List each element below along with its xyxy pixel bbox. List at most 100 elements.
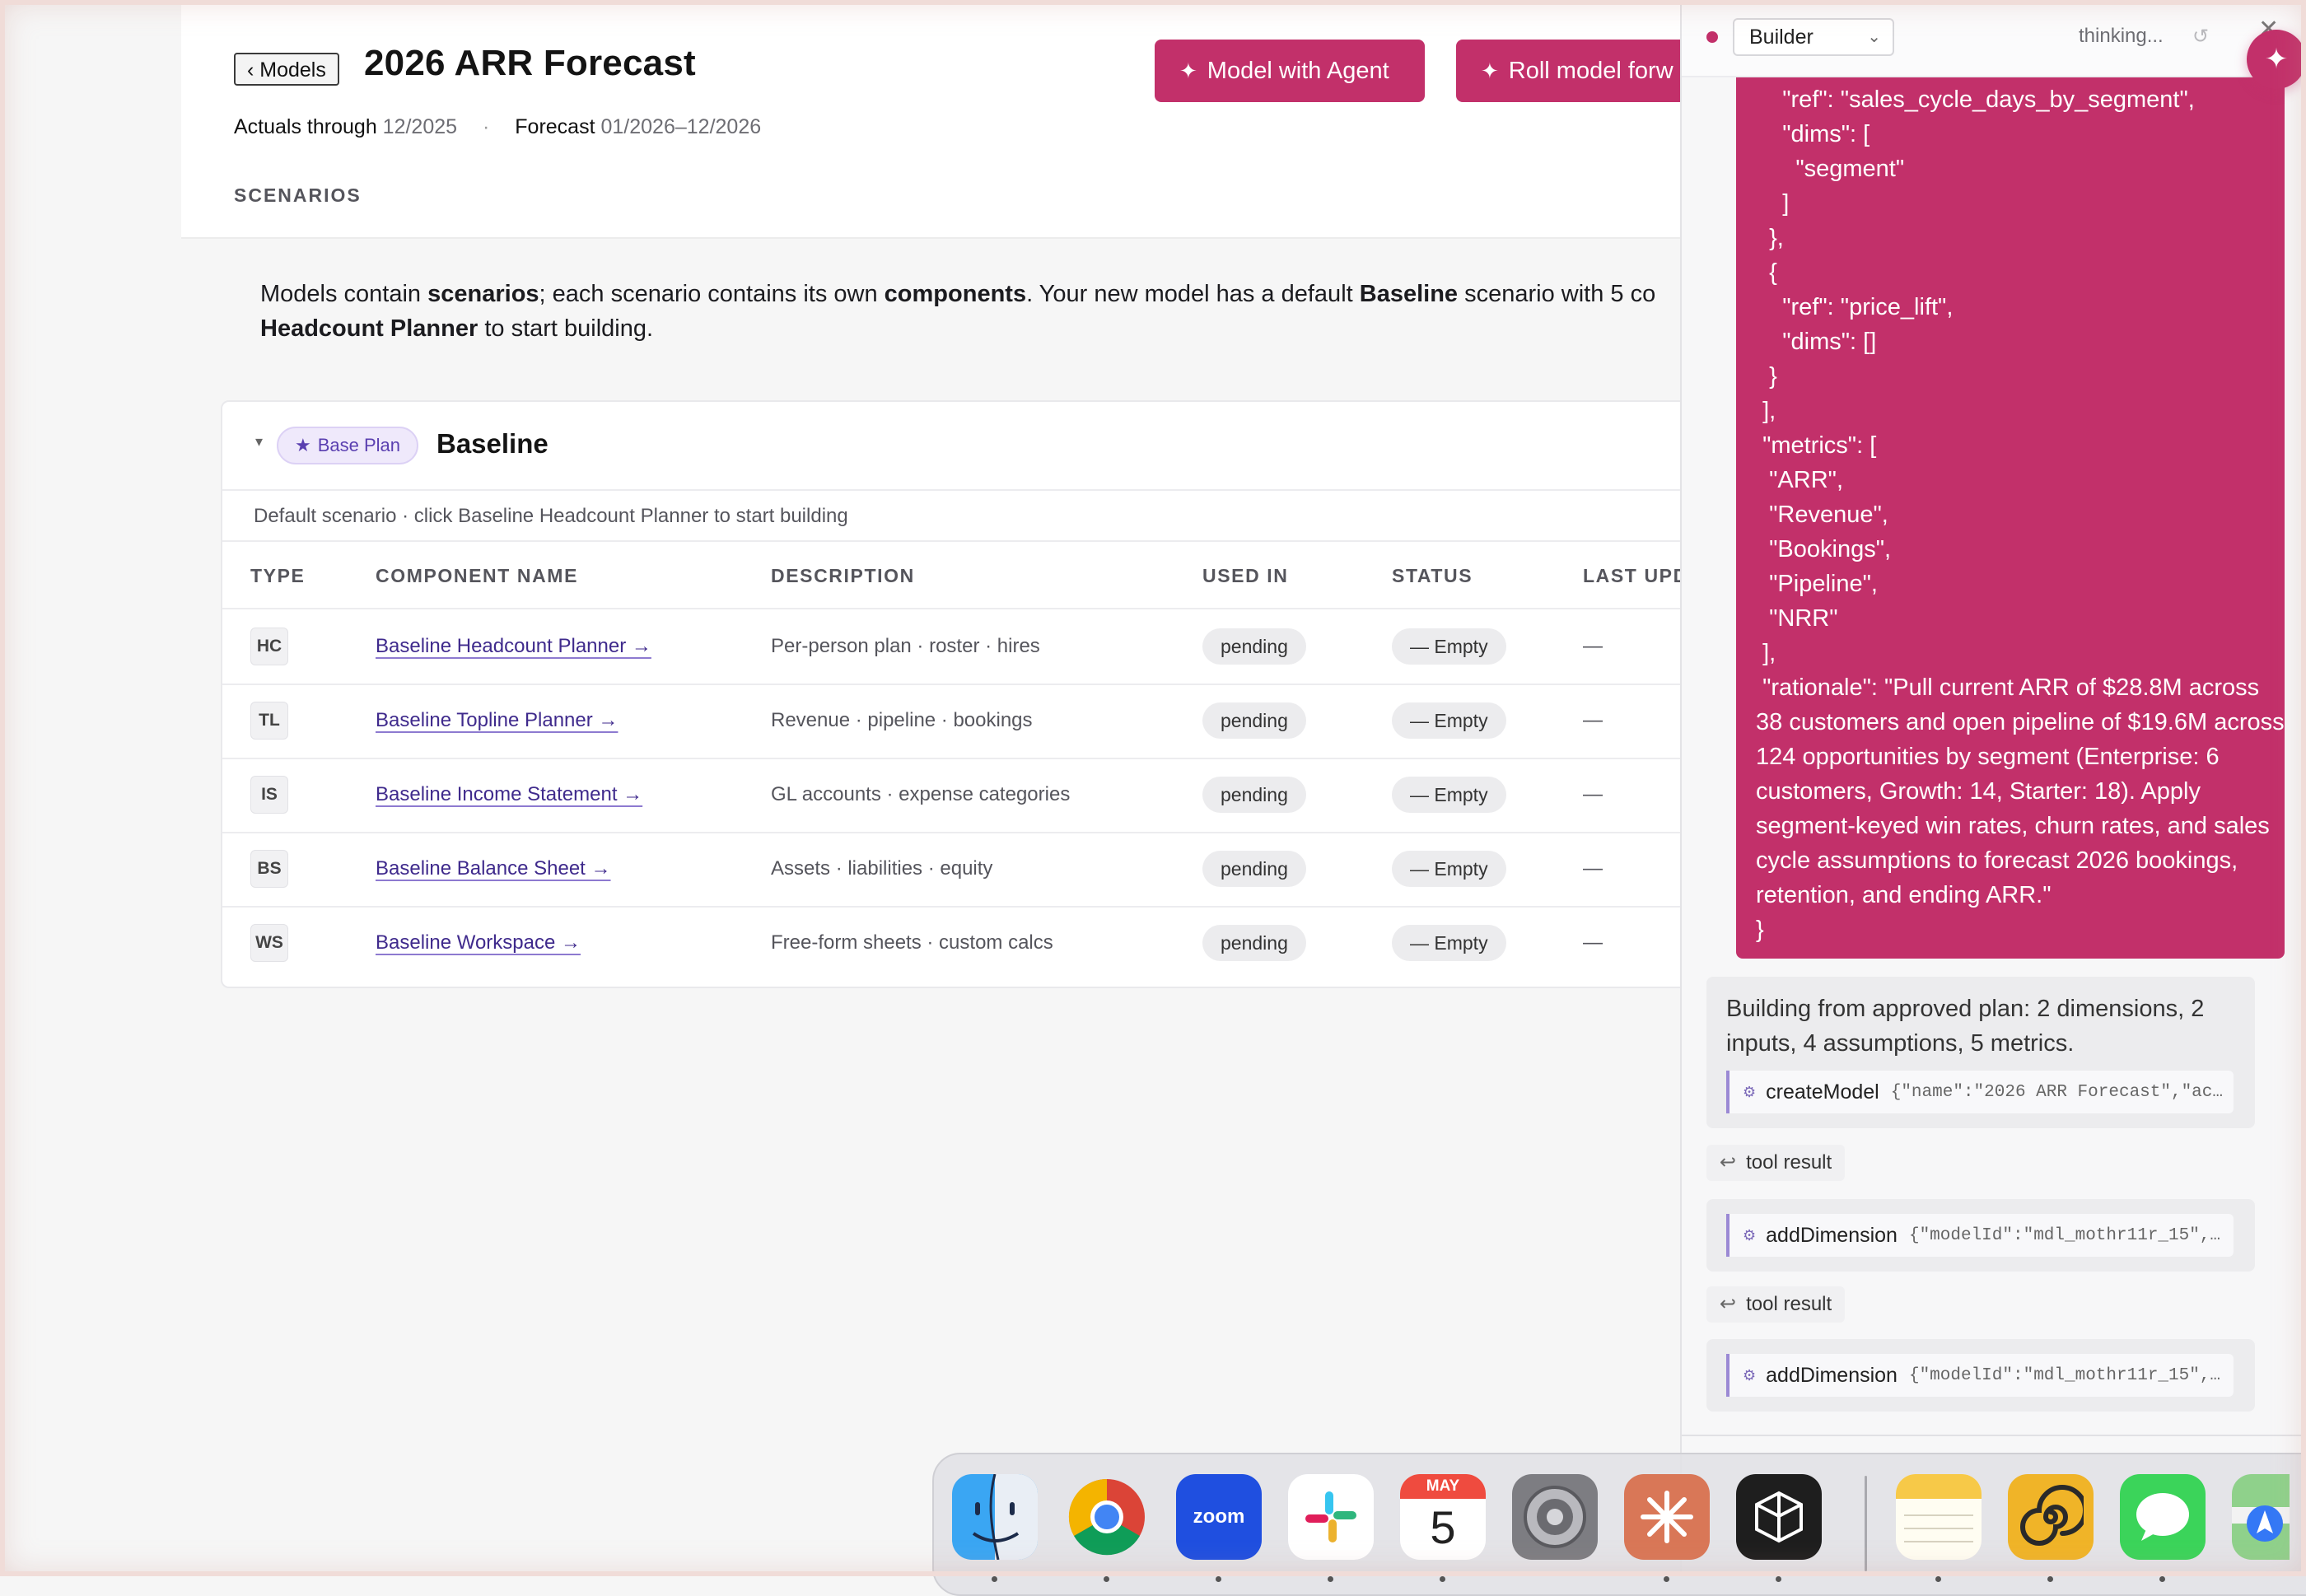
last-updated-cell: —: [1583, 857, 1603, 880]
last-updated-cell: —: [1583, 783, 1603, 805]
used-in-pill: pending: [1202, 925, 1306, 961]
components-table-header: TYPE COMPONENT NAME DESCRIPTION USED IN …: [222, 544, 1693, 609]
messages-icon[interactable]: [2120, 1474, 2206, 1560]
table-row: BS Baseline Balance Sheet → Assets · lia…: [222, 832, 1693, 908]
status-badge: — Empty: [1392, 851, 1506, 887]
model-with-agent-button[interactable]: ✦ Model with Agent: [1155, 40, 1425, 102]
agent-sparkle-button[interactable]: ✦: [2247, 30, 2306, 89]
description-cell: GL accounts · expense categories: [771, 783, 1071, 805]
panel-divider: [1682, 1435, 2306, 1436]
status-badge: — Empty: [1392, 777, 1506, 813]
used-in-pill: pending: [1202, 851, 1306, 887]
description-cell: Per-person plan · roster · hires: [771, 635, 1040, 657]
model-with-agent-label: Model with Agent: [1207, 58, 1389, 84]
slack-icon[interactable]: [1288, 1474, 1374, 1560]
actuals-value: 12/2025: [382, 115, 458, 138]
gear-icon: ⚙: [1743, 1366, 1757, 1384]
type-badge: BS: [250, 850, 288, 888]
calendar-icon[interactable]: MAY 5: [1400, 1474, 1486, 1560]
used-in-cell: pending: [1202, 758, 1306, 832]
used-in-cell: pending: [1202, 684, 1306, 758]
status-cell: — Empty: [1392, 758, 1506, 832]
used-in-pill: pending: [1202, 628, 1306, 665]
spiral-app-icon[interactable]: [2008, 1474, 2094, 1560]
sparkle-icon: ✦: [1481, 58, 1499, 83]
actuals-label: Actuals through: [234, 115, 377, 138]
status-badge: — Empty: [1392, 925, 1506, 961]
build-status-message: Building from approved plan: 2 dimension…: [1706, 977, 2255, 1128]
type-badge: IS: [250, 776, 288, 814]
status-badge: — Empty: [1392, 628, 1506, 665]
description-cell: Assets · liabilities · equity: [771, 857, 993, 880]
star-icon: ★: [295, 435, 311, 455]
zoom-icon[interactable]: zoom: [1176, 1474, 1262, 1560]
mode-select[interactable]: Builder ⌄: [1733, 18, 1894, 56]
component-link[interactable]: Baseline Balance Sheet →: [376, 857, 611, 880]
scenario-subtitle: Default scenario · click Baseline Headco…: [222, 491, 1693, 542]
type-badge: WS: [250, 924, 288, 962]
base-plan-badge: ★ Base Plan: [277, 427, 419, 464]
roll-model-forward-button[interactable]: ✦ Roll model forw: [1456, 40, 1688, 102]
finder-icon[interactable]: [952, 1474, 1038, 1560]
table-row: TL Baseline Topline Planner → Revenue · …: [222, 684, 1693, 759]
refresh-icon[interactable]: ↺: [2192, 25, 2209, 49]
type-cell: HC: [250, 609, 288, 684]
sparkle-icon: ✦: [1179, 58, 1197, 83]
claude-icon[interactable]: [1624, 1474, 1710, 1560]
maps-icon[interactable]: [2232, 1474, 2290, 1560]
tool-result-label: tool result: [1746, 1293, 1832, 1315]
used-in-cell: pending: [1202, 832, 1306, 906]
collapse-caret-icon[interactable]: ▾: [255, 433, 263, 450]
running-indicator: [1935, 1576, 1941, 1582]
column-header-status: STATUS: [1392, 565, 1473, 586]
scenario-header: ▾ ★ Base Plan Baseline: [222, 402, 1693, 491]
system-settings-icon[interactable]: [1512, 1474, 1598, 1560]
column-header-type: TYPE: [250, 565, 306, 586]
tool-call-create-model[interactable]: ⚙ createModel {"name":"2026 ARR Forecast…: [1726, 1071, 2234, 1113]
perplexity-icon[interactable]: [1736, 1474, 1822, 1560]
notes-icon[interactable]: [1896, 1474, 1982, 1560]
calendar-month: MAY: [1400, 1474, 1486, 1499]
type-cell: BS: [250, 832, 288, 906]
tool-result-label: tool result: [1746, 1151, 1832, 1174]
component-link[interactable]: Baseline Workspace →: [376, 931, 581, 954]
type-badge: TL: [250, 702, 288, 740]
type-cell: WS: [250, 906, 288, 980]
status-cell: — Empty: [1392, 684, 1506, 758]
component-link[interactable]: Baseline Headcount Planner →: [376, 635, 651, 658]
name-cell: Baseline Headcount Planner →: [376, 609, 651, 684]
running-indicator: [2159, 1576, 2165, 1582]
component-link[interactable]: Baseline Income Statement →: [376, 783, 642, 806]
last-updated-cell: —: [1583, 709, 1603, 731]
intro-bold: components: [884, 281, 1027, 307]
tool-result-toggle[interactable]: ↩ tool result: [1706, 1145, 1846, 1181]
column-header-description: DESCRIPTION: [771, 565, 915, 586]
tool-result-toggle[interactable]: ↩ tool result: [1706, 1286, 1846, 1323]
model-period-meta: Actuals through 12/2025 · Forecast 01/20…: [234, 115, 761, 139]
tool-call-add-dimension[interactable]: ⚙ addDimension {"modelId":"mdl_mothr11r_…: [1726, 1214, 2234, 1257]
running-indicator: [1776, 1576, 1781, 1582]
tool-call-add-dimension[interactable]: ⚙ addDimension {"modelId":"mdl_mothr11r_…: [1726, 1354, 2234, 1397]
build-status-text: Building from approved plan: 2 dimension…: [1726, 996, 2205, 1057]
chrome-icon[interactable]: [1064, 1474, 1150, 1560]
agent-status: thinking...: [2079, 25, 2164, 47]
back-to-models-button[interactable]: ‹ Models: [234, 53, 339, 86]
tool-call-args: {"name":"2026 ARR Forecast","ac…: [1890, 1082, 2223, 1102]
intro-bold: Headcount Planner: [260, 315, 478, 342]
builder-panel-toolbar: Builder ⌄ thinking... ↺ ✕: [1682, 0, 2306, 77]
component-link[interactable]: Baseline Topline Planner →: [376, 709, 618, 732]
page-title: 2026 ARR Forecast: [364, 43, 696, 83]
used-in-cell: pending: [1202, 609, 1306, 684]
base-plan-label: Base Plan: [317, 435, 401, 455]
chevron-down-icon: ⌄: [1867, 28, 1881, 46]
intro-text-part: . Your new model has a default: [1026, 281, 1360, 307]
model-header: ‹ Models 2026 ARR Forecast Actuals throu…: [181, 0, 1688, 239]
running-indicator: [1328, 1576, 1333, 1582]
description-cell: Free-form sheets · custom calcs: [771, 931, 1053, 954]
scenarios-tab[interactable]: SCENARIOS: [234, 184, 362, 207]
status-cell: — Empty: [1392, 906, 1506, 980]
intro-text-part: scenario with 5 co: [1458, 281, 1656, 307]
tool-call-name: addDimension: [1766, 1363, 1898, 1387]
type-cell: TL: [250, 684, 288, 758]
running-indicator: [1440, 1576, 1445, 1582]
